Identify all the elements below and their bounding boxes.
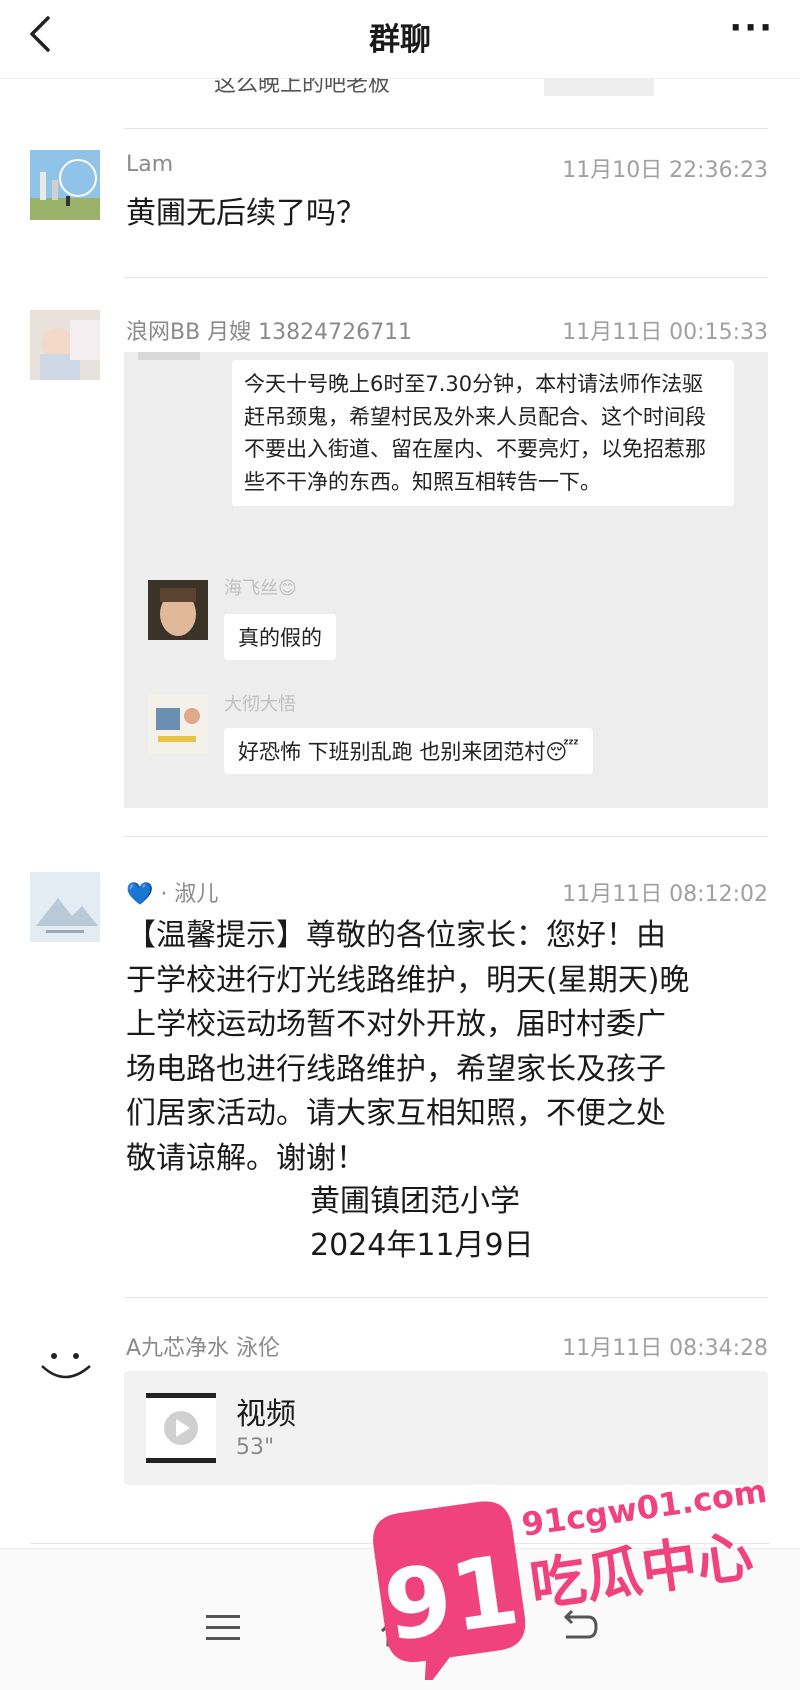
embedded-sender-name: 海飞丝😊 — [224, 578, 297, 599]
avatar[interactable] — [30, 872, 100, 942]
video-thumbnail[interactable] — [146, 1393, 216, 1463]
embedded-reply-bubble: 好恐怖 下班别乱跑 也别来团范村😴 — [224, 728, 594, 774]
video-title: 视频 — [236, 1397, 296, 1432]
message-time: 11月11日 00:15:33 — [562, 320, 768, 345]
sender-name: 💙 · 淑儿 — [126, 882, 219, 907]
divider — [124, 128, 768, 129]
embedded-avatar — [148, 580, 208, 640]
notice-text: 【温馨提示】尊敬的各位家长：您好！由 于学校进行灯光线路维护，明天(星期天)晚 … — [126, 914, 689, 1181]
previous-message-bubble — [544, 78, 654, 96]
sender-name: A九芯净水 泳伦 — [126, 1336, 281, 1361]
embedded-sender-name: 大彻大悟 — [224, 694, 296, 715]
embedded-reply-bubble: 真的假的 — [224, 614, 336, 660]
notice-line: 们居家活动。请大家互相知照，不便之处 — [126, 1096, 666, 1131]
avatar[interactable] — [30, 150, 100, 220]
site-watermark: 91 91cgw01.com 吃瓜中心 — [368, 1450, 769, 1690]
embedded-message-bubble: 今天十号晚上6时至7.30分钟，本村请法师作法驱赶吊颈鬼，希望村民及外来人员配合… — [232, 360, 734, 507]
watermark-number: 91 — [378, 1534, 526, 1664]
embedded-avatar-stub — [138, 352, 200, 360]
message-text: 黄圃无后续了吗？ — [126, 196, 366, 231]
notice-line: 敬请谅解。谢谢！ — [126, 1140, 366, 1176]
sender-name: 浪网BB 月嫂 13824726711 — [126, 320, 413, 345]
message-time: 11月11日 08:34:28 — [562, 1336, 768, 1361]
divider — [124, 1297, 768, 1298]
notice-line: 上学校运动场暂不对外开放，届时村委广 — [126, 1007, 666, 1042]
previous-message-text: 这么晚上的吧老板 — [214, 78, 391, 97]
page-title: 群聊 — [369, 22, 431, 58]
notice-signature: 黄圃镇团范小学 — [310, 1184, 520, 1219]
message-time: 11月10日 22:36:23 — [562, 158, 768, 183]
chat-header: 群聊 ··· — [0, 0, 800, 79]
divider — [124, 277, 768, 278]
embedded-chat-screenshot[interactable]: 今天十号晚上6时至7.30分钟，本村请法师作法驱赶吊颈鬼，希望村民及外来人员配合… — [124, 352, 768, 808]
menu-icon[interactable] — [200, 1605, 246, 1651]
avatar[interactable] — [30, 310, 100, 380]
avatar[interactable] — [30, 1326, 100, 1396]
notice-line: 【温馨提示】尊敬的各位家长：您好！由 — [126, 918, 666, 953]
divider — [124, 836, 768, 837]
more-menu-button[interactable]: ··· — [729, 8, 774, 48]
notice-line: 场电路也进行线路维护，希望家长及孩子 — [126, 1051, 666, 1087]
notice-line: 于学校进行灯光线路维护，明天(星期天)晚 — [126, 962, 690, 998]
video-duration: 53" — [236, 1435, 275, 1460]
sender-name: Lam — [126, 152, 174, 177]
notice-date: 2024年11月9日 — [310, 1228, 534, 1263]
previous-message-stub: 这么晚上的吧老板 — [124, 78, 714, 100]
message-time: 11月11日 08:12:02 — [562, 882, 768, 907]
embedded-avatar — [148, 694, 208, 754]
